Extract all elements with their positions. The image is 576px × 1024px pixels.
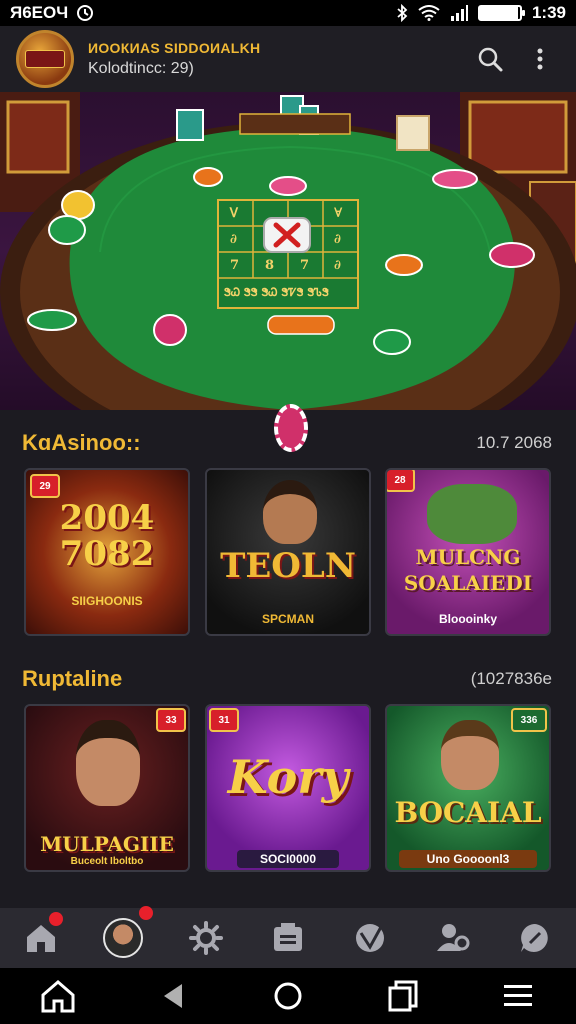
back-icon [163, 984, 182, 1008]
notification-dot [49, 912, 64, 926]
card-subtitle: SPCMAN [261, 612, 314, 626]
nav-friends[interactable] [425, 910, 481, 966]
card-badge: 29 [30, 474, 60, 498]
hero-banner[interactable]: Ꮩ ∀ ∂ ∂ 7 8 7 ∂ ᏕᏇ ᏕᏕ ᏕᏇ ᏕᏤᏕ ᏕᏖᏕ [0, 92, 576, 410]
profile-avatar [103, 918, 144, 958]
nav-sports[interactable] [342, 910, 398, 966]
section-header-casino: KɑAsinoo:: 10.7 2068 [22, 430, 552, 456]
card-title: BOCAIAL [394, 796, 542, 829]
board-footer: ᏕᏇ ᏕᏕ ᏕᏇ ᏕᏤᏕ ᏕᏖᏕ [224, 286, 329, 299]
card-title: TEOLN [220, 546, 356, 586]
card-title: 2004 7082 [59, 498, 155, 574]
chat-icon [520, 924, 548, 952]
search-button[interactable] [470, 39, 510, 79]
sys-home-outline[interactable] [30, 968, 86, 1024]
app-header: ИООКИАS SIDDOИALKH Kolodtincc: 29) [0, 26, 576, 92]
bottom-navigation [0, 906, 576, 968]
more-button[interactable] [520, 39, 560, 79]
friends-icon [436, 924, 470, 951]
nav-wallet[interactable] [260, 910, 316, 966]
system-navigation [0, 968, 576, 1024]
app-logo[interactable] [16, 30, 74, 88]
card-badge: 28 [387, 470, 415, 492]
card-title: MULCNG SOALAIEDI [403, 545, 533, 595]
sys-home[interactable] [260, 968, 316, 1024]
card-subtitle: SOCI0000 [237, 850, 339, 868]
settings-icon [188, 921, 223, 955]
signal-icon [450, 5, 468, 21]
sys-recents[interactable] [375, 968, 431, 1024]
clock: 1:39 [531, 3, 566, 22]
section-title: Ruptaline [22, 666, 123, 691]
sys-back[interactable] [145, 968, 201, 1024]
sys-menu[interactable] [490, 968, 546, 1024]
card-subtitle: Uno Goooonl3 [399, 850, 537, 868]
recents-icon [388, 980, 418, 1012]
game-card[interactable]: 33 MULPAGIIE Buceolt Iboltbo [24, 704, 190, 872]
character-illustration [427, 484, 517, 544]
home-outline-icon [41, 980, 75, 1013]
card-subtitle: Buceolt Iboltbo [70, 856, 144, 867]
game-card[interactable]: 31 Kory SOCI0000 [205, 704, 371, 872]
home-circle-icon [274, 982, 302, 1010]
card-subtitle: Bloooinky [438, 612, 497, 626]
battery-icon [477, 5, 525, 21]
section-header-popular: Ruptaline (1027836e [22, 666, 552, 692]
board-cell: 8 [265, 258, 275, 273]
board-cell: Ꮩ [230, 206, 239, 221]
game-card[interactable]: 28 MULCNG SOALAIEDI Bloooinky [385, 468, 551, 636]
board-cell: 7 [300, 258, 310, 273]
board-cell: ∀ [334, 206, 343, 221]
game-card[interactable]: 336 BOCAIAL Uno Goooonl3 [385, 704, 551, 872]
card-badge: 31 [209, 708, 239, 732]
board-cell: 7 [230, 258, 240, 273]
nav-home[interactable] [13, 910, 69, 966]
character-portrait [263, 480, 317, 544]
board-cell: ∂ [230, 232, 237, 247]
nav-settings[interactable] [178, 910, 234, 966]
menu-icon [504, 985, 533, 1006]
card-subtitle: SIIGHOONIS [71, 594, 143, 608]
section-title: KɑAsinoo:: [22, 430, 141, 455]
card-badge: 336 [511, 708, 547, 732]
app-subtitle: Kolodtincc: 29) [88, 60, 194, 77]
character-portrait [441, 720, 499, 790]
character-portrait [76, 720, 140, 806]
card-title: MULPAGIIE [40, 832, 174, 856]
card-title: Kory [227, 750, 349, 804]
section-count[interactable]: 10.7 2068 [476, 433, 552, 453]
board-cell: ∂ [334, 258, 341, 273]
status-bar: Я6ЕОЧ 1:39 [0, 0, 576, 26]
carrier-text: Я6ЕОЧ [10, 3, 69, 22]
game-card[interactable]: 29 2004 7082 SIIGHOONIS [24, 468, 190, 636]
card-badge: 33 [156, 708, 186, 732]
bluetooth-icon [397, 4, 408, 22]
search-icon [478, 47, 503, 72]
board-labels: Ꮩ ∀ ∂ ∂ 7 8 7 ∂ ᏕᏇ ᏕᏕ ᏕᏇ ᏕᏤᏕ ᏕᏖᏕ [218, 200, 358, 308]
app-title: ИООКИАS SIDDOИALKH [88, 40, 261, 56]
more-vertical-icon [537, 48, 543, 70]
nav-chat[interactable] [507, 910, 563, 966]
sports-icon [356, 924, 385, 952]
home-icon [27, 925, 56, 952]
game-card[interactable]: TEOLN SPCMAN [205, 468, 371, 636]
timer-icon [77, 5, 94, 21]
section-count[interactable]: (1027836e [471, 669, 552, 689]
wallet-icon [273, 923, 302, 951]
notification-dot [139, 906, 154, 920]
wifi-icon [418, 5, 440, 21]
nav-profile[interactable] [95, 906, 154, 966]
board-cell: ∂ [334, 232, 341, 247]
